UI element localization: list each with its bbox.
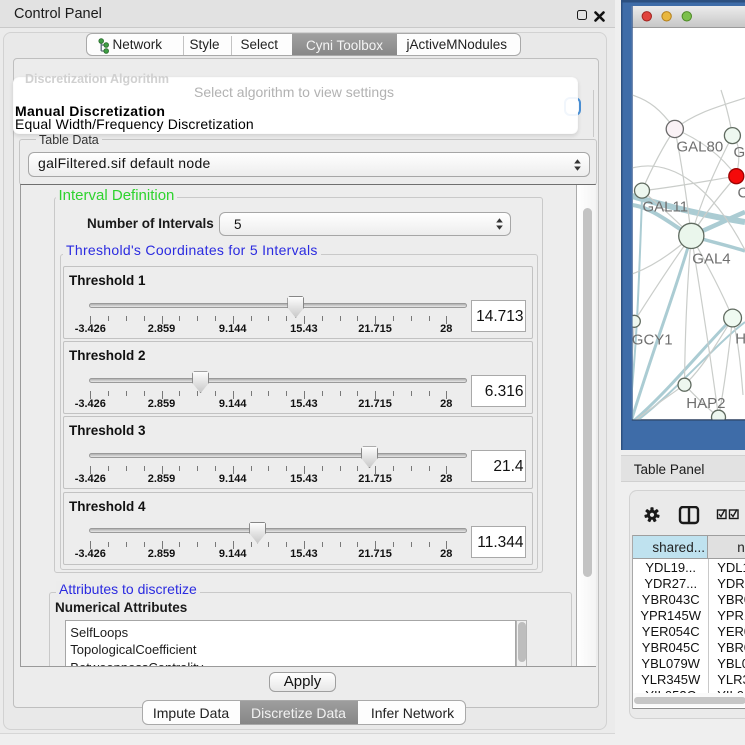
- svg-text:GAL11: GAL11: [643, 199, 689, 216]
- svg-text:GCY1: GCY1: [632, 332, 673, 349]
- svg-text:GA: GA: [734, 144, 745, 161]
- svg-text:H: H: [735, 331, 745, 348]
- svg-text:GAL80: GAL80: [677, 139, 724, 156]
- svg-text:HAP2: HAP2: [686, 395, 725, 412]
- svg-text:C: C: [738, 185, 745, 202]
- svg-text:GAL4: GAL4: [692, 251, 730, 268]
